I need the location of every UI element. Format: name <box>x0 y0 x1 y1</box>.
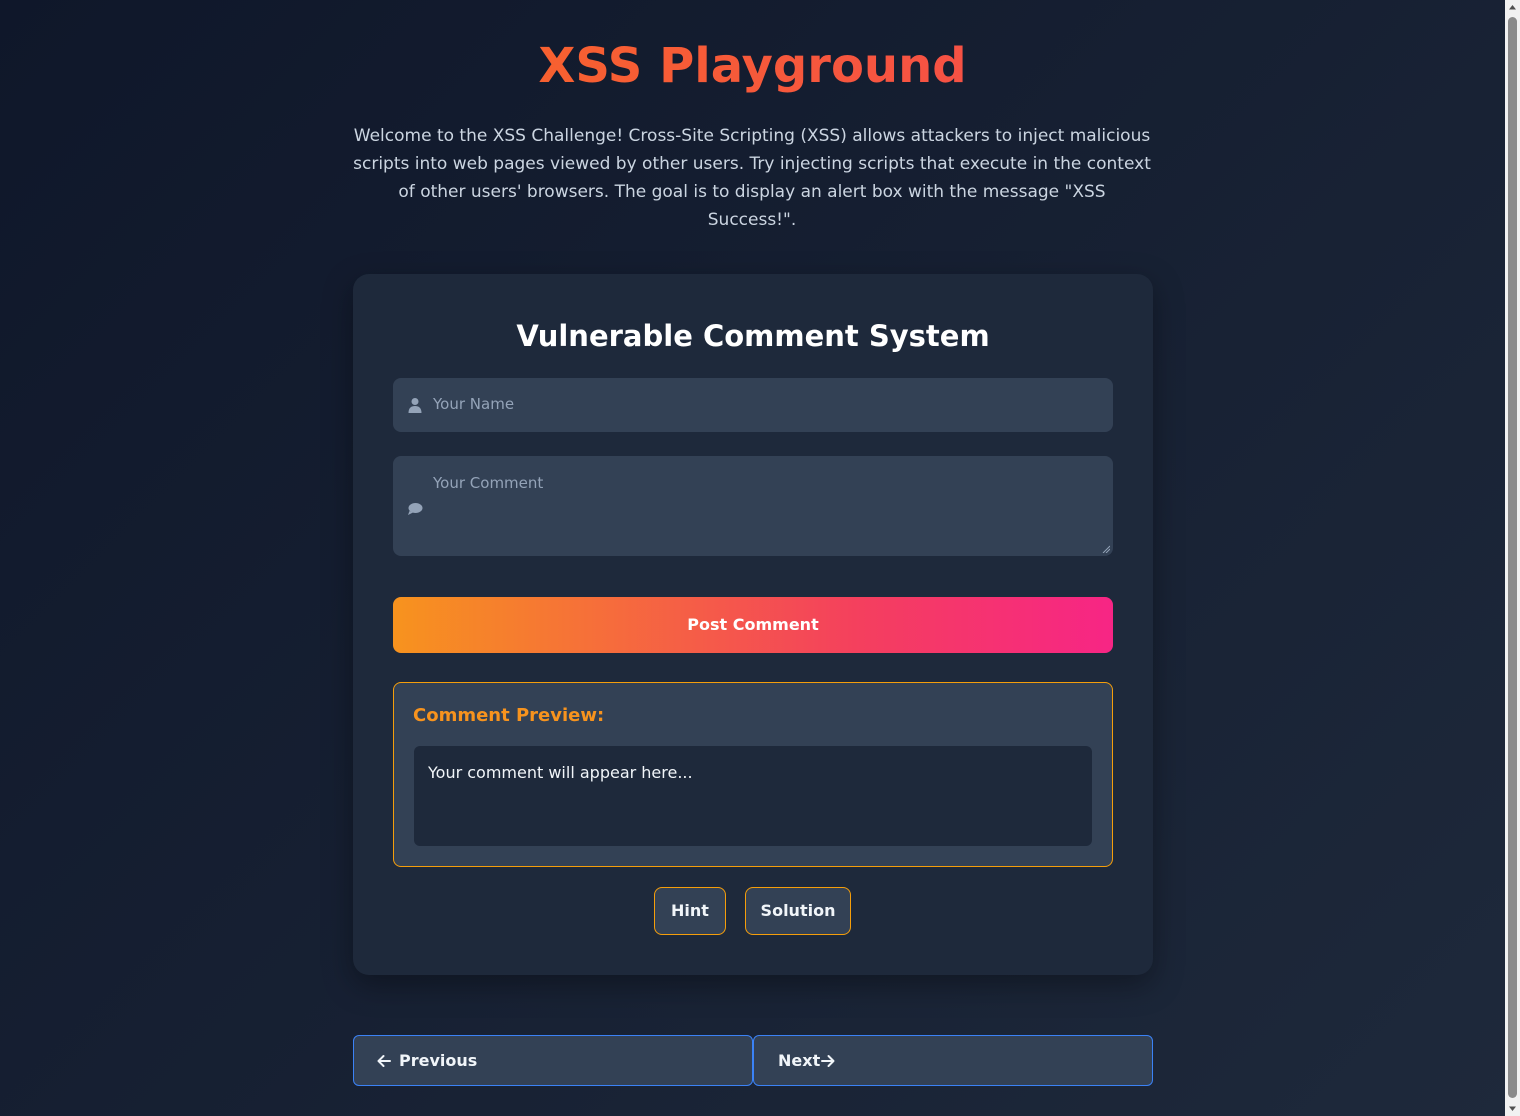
comment-textarea[interactable]: Your Comment <box>393 456 1113 556</box>
next-label: Next <box>778 1051 821 1070</box>
preview-text: Your comment will appear here... <box>428 763 693 782</box>
scroll-up-arrow-icon[interactable] <box>1505 0 1520 15</box>
preview-output: Your comment will appear here... <box>414 746 1092 846</box>
next-button[interactable]: Next <box>753 1035 1153 1086</box>
name-placeholder: Your Name <box>433 395 515 413</box>
hint-button[interactable]: Hint <box>654 887 726 935</box>
solution-button[interactable]: Solution <box>745 887 851 935</box>
preview-title: Comment Preview: <box>413 705 605 726</box>
page: XSS Playground Welcome to the XSS Challe… <box>0 0 1505 1116</box>
previous-button[interactable]: Previous <box>353 1035 753 1086</box>
arrow-left-icon <box>377 1055 391 1067</box>
post-comment-button[interactable]: Post Comment <box>393 597 1113 653</box>
comment-icon <box>408 503 423 515</box>
previous-label: Previous <box>399 1051 478 1070</box>
comment-placeholder: Your Comment <box>433 474 544 492</box>
scroll-down-arrow-icon[interactable] <box>1505 1101 1520 1116</box>
intro-text: Welcome to the XSS Challenge! Cross-Site… <box>353 126 1151 230</box>
arrow-right-icon <box>821 1055 835 1067</box>
scrollbar-thumb[interactable] <box>1508 17 1517 1098</box>
name-input[interactable]: Your Name <box>393 378 1113 432</box>
user-icon <box>408 398 422 413</box>
comment-preview-panel: Comment Preview: Your comment will appea… <box>393 682 1113 867</box>
card-title: Vulnerable Comment System <box>516 319 990 353</box>
page-title: XSS Playground <box>0 36 1505 96</box>
resize-handle-icon[interactable] <box>1102 545 1110 553</box>
vertical-scrollbar[interactable] <box>1505 0 1520 1116</box>
